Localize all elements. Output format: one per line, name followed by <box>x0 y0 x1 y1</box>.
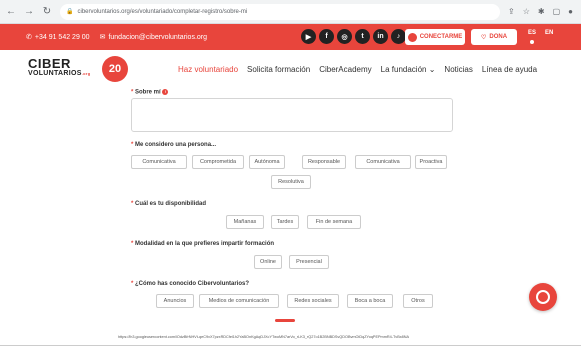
modality-label: * Modalidad en la que prefieres impartir… <box>131 241 275 247</box>
forward-arrow-icon[interactable]: → <box>22 5 36 19</box>
nav-linea-de-ayuda[interactable]: Línea de ayuda <box>482 65 537 74</box>
info-icon: ! <box>162 89 169 95</box>
email-link[interactable]: ✉ fundacion@cibervoluntarios.org <box>99 33 208 42</box>
source-label: * ¿Cómo has conocido Cibervoluntarios? <box>131 281 250 287</box>
connect-label: CONECTARME <box>419 34 463 40</box>
user-icon <box>407 32 417 42</box>
mail-icon: ✉ <box>99 34 106 41</box>
persona-option[interactable]: Comprometida <box>192 155 244 169</box>
persona-option[interactable]: Comunicativa <box>131 155 187 169</box>
lock-icon: 🔒 <box>66 9 74 15</box>
nav-haz-voluntariado[interactable]: Haz voluntariado <box>178 65 238 74</box>
social-links: ▶ f ◎ t in ♪ <box>301 29 406 44</box>
modality-label-text: Modalidad en la que prefieres impartir f… <box>135 241 275 247</box>
source-option[interactable]: Boca a boca <box>347 294 393 308</box>
site-logo[interactable]: CIBER VOLUNTARIOS.org <box>28 56 91 77</box>
browser-toolbar: ← → ↻ 🔒 cibervoluntarios.org/es/voluntar… <box>0 0 581 24</box>
youtube-icon[interactable]: ▶ <box>301 29 316 44</box>
section-divider <box>275 319 295 322</box>
donate-button[interactable]: ♡ DONA <box>471 29 517 45</box>
tiktok-icon[interactable]: ♪ <box>391 29 406 44</box>
chevron-down-icon: ⌄ <box>428 65 436 74</box>
availability-label: * Cuál es tu disponibilidad <box>131 201 207 207</box>
messenger-icon <box>536 290 550 304</box>
status-url: https://lh3.googleusercontent.com/lOdzBf… <box>118 335 410 339</box>
logo-line2: VOLUNTARIOS.org <box>28 70 91 77</box>
nav-noticias[interactable]: Noticias <box>444 65 472 74</box>
url-text: cibervoluntarios.org/es/voluntariado/com… <box>77 8 248 15</box>
lang-active-indicator <box>530 40 534 44</box>
sidebar-icon[interactable]: ▢ <box>553 7 561 16</box>
availability-option[interactable]: Fin de semana <box>307 215 361 229</box>
address-bar[interactable]: 🔒 cibervoluntarios.org/es/voluntariado/c… <box>60 3 500 20</box>
persona-option[interactable]: Responsable <box>302 155 346 169</box>
gift-icon: ♡ <box>480 34 487 41</box>
twitter-icon[interactable]: t <box>355 29 370 44</box>
bottom-divider <box>0 345 581 346</box>
logo-org: .org <box>81 71 91 76</box>
nav-solicita-formacion[interactable]: Solicita formación <box>247 65 310 74</box>
source-label-text: ¿Cómo has conocido Cibervoluntarios? <box>135 281 250 287</box>
facebook-icon[interactable]: f <box>319 29 334 44</box>
instagram-icon[interactable]: ◎ <box>337 29 352 44</box>
persona-label: * Me considero una persona... <box>131 142 217 148</box>
lang-en[interactable]: EN <box>545 30 553 36</box>
messenger-chat-button[interactable] <box>529 283 557 311</box>
linkedin-icon[interactable]: in <box>373 29 388 44</box>
modality-option[interactable]: Online <box>254 255 282 269</box>
share-icon[interactable]: ⇪ <box>508 7 515 16</box>
persona-option[interactable]: Proactiva <box>415 155 447 169</box>
about-label: * Sobre mí ! <box>131 89 169 96</box>
phone-number: +34 91 542 29 00 <box>34 33 90 41</box>
profile-icon[interactable]: ● <box>568 7 573 16</box>
about-label-text: Sobre mí <box>135 89 161 96</box>
persona-option[interactable]: Comunicativa <box>355 155 411 169</box>
source-option[interactable]: Redes sociales <box>287 294 339 308</box>
main-nav: Haz voluntariado Solicita formación Cibe… <box>178 65 537 74</box>
lang-es[interactable]: ES <box>528 30 536 36</box>
availability-option[interactable]: Mañanas <box>226 215 264 229</box>
persona-label-text: Me considero una persona... <box>135 142 217 148</box>
availability-option[interactable]: Tardes <box>271 215 299 229</box>
about-textarea[interactable] <box>131 98 453 132</box>
back-arrow-icon[interactable]: ← <box>4 5 18 19</box>
extensions-icon[interactable]: ✱ <box>538 7 545 16</box>
logo-line2-text: VOLUNTARIOS <box>28 70 82 77</box>
phone-icon: ✆ <box>26 34 32 41</box>
reload-icon[interactable]: ↻ <box>40 5 54 19</box>
donate-label: DONA <box>489 34 508 40</box>
logo-line1: CIBER <box>28 56 71 71</box>
anniversary-badge: 20 <box>102 56 128 82</box>
source-option[interactable]: Anuncios <box>156 294 194 308</box>
source-option[interactable]: Medios de comunicación <box>199 294 279 308</box>
persona-option[interactable]: Autónoma <box>249 155 285 169</box>
modality-option[interactable]: Presencial <box>289 255 329 269</box>
nav-ciberacademy[interactable]: CiberAcademy <box>319 65 371 74</box>
connect-button[interactable]: CONECTARME <box>405 29 465 45</box>
nav-la-fundacion[interactable]: La fundación ⌄ <box>381 65 436 74</box>
source-option[interactable]: Otros <box>403 294 433 308</box>
top-contact-bar: ✆ +34 91 542 29 00 ✉ fundacion@cibervolu… <box>0 24 581 50</box>
email-address: fundacion@cibervoluntarios.org <box>108 33 208 41</box>
nav-la-fundacion-label: La fundación <box>380 65 427 74</box>
main-header: CIBER VOLUNTARIOS.org 20 Haz voluntariad… <box>0 50 581 90</box>
availability-label-text: Cuál es tu disponibilidad <box>135 201 207 207</box>
phone-link[interactable]: ✆ +34 91 542 29 00 <box>26 33 90 42</box>
persona-option[interactable]: Resolutiva <box>271 175 311 189</box>
star-icon[interactable]: ☆ <box>523 7 530 16</box>
